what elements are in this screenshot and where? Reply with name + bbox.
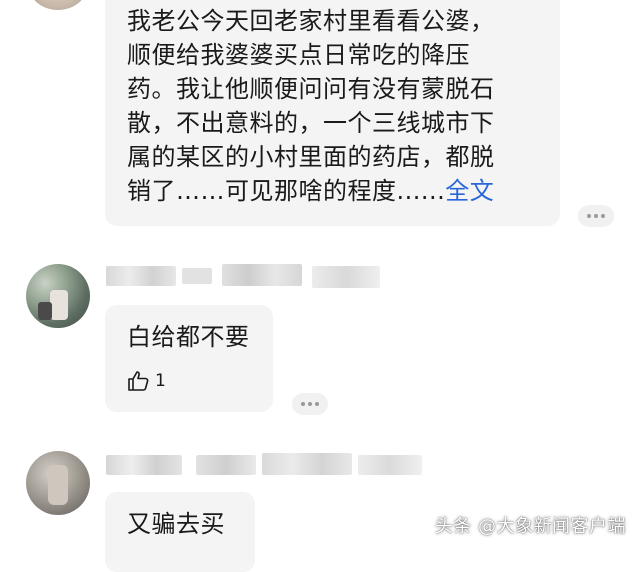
blurred-username [312,266,380,288]
blurred-username [222,264,302,286]
like-count: 1 [155,371,166,391]
more-options-button[interactable] [578,205,614,227]
comment-text-3: 又骗去买 [127,510,225,538]
comment-line: 药。我让他顺便问问有没有蒙脱石 [127,75,495,103]
blurred-username [182,268,212,284]
comment-line: 我老公今天回老家村里看看公婆， [127,7,495,35]
blurred-username [106,455,182,475]
blurred-username [196,455,256,475]
comment-text-1: 我老公今天回老家村里看看公婆， 顺便给我婆婆买点日常吃的降压 药。我让他顺便问问… [127,4,560,208]
dot-icon [587,214,591,218]
watermark: 头条 @大象新闻客户端 [434,516,626,537]
avatar[interactable] [26,451,90,515]
avatar[interactable] [28,0,88,10]
like-button[interactable]: 1 [127,371,166,391]
blurred-username [106,266,176,286]
dot-icon [301,402,305,406]
comment-bubble-2: 白给都不要 1 [105,305,273,412]
blurred-username [262,453,352,475]
avatar[interactable] [26,264,90,328]
avatar-figure [38,302,52,320]
dot-icon [594,214,598,218]
comment-bubble-1: 我老公今天回老家村里看看公婆， 顺便给我婆婆买点日常吃的降压 药。我让他顺便问问… [105,0,560,226]
comment-line-last: 销了……可见那啥的程度...... [127,177,446,205]
blurred-username [358,455,422,475]
comment-line: 属的某区的小村里面的药店，都脱 [127,143,495,171]
avatar-figure [48,465,68,505]
more-options-button[interactable] [292,393,328,415]
thumbs-up-icon [128,371,149,391]
comment-bubble-3: 又骗去买 [105,492,255,572]
full-text-link[interactable]: 全文 [445,177,494,205]
avatar-figure [50,290,68,320]
dot-icon [308,402,312,406]
comment-text-2: 白给都不要 [127,323,250,351]
comment-line: 顺便给我婆婆买点日常吃的降压 [127,41,470,69]
comment-line: 散，不出意料的，一个三线城市下 [127,109,495,137]
dot-icon [315,402,319,406]
comment-line: 销了……可见那啥的程度......全文 [127,174,560,208]
dot-icon [601,214,605,218]
